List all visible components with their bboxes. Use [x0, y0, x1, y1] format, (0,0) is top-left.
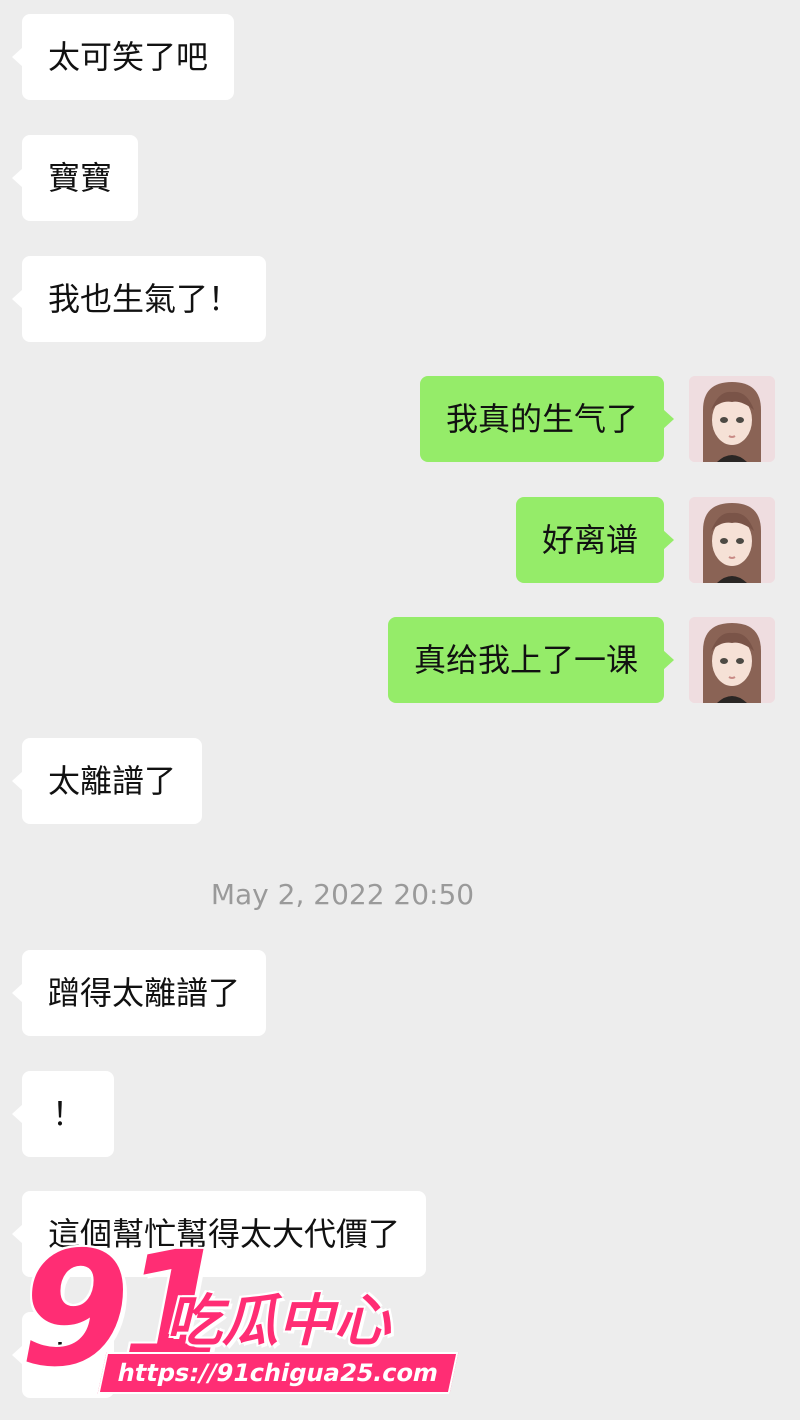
message-row: 蹭得太離譜了 [0, 950, 800, 1036]
incoming-message-bubble[interactable]: 我也生氣了！ [11, 256, 267, 342]
outgoing-message-bubble[interactable]: 真给我上了一课 [387, 617, 675, 703]
avatar[interactable] [689, 497, 775, 583]
message-row: 寶寶 [0, 135, 800, 221]
message-row: 我也生氣了！ [0, 256, 800, 342]
watermark: 91 吃瓜中心 https://91chigua25.com [18, 1230, 459, 1400]
message-row: 太離譜了 [0, 738, 800, 824]
incoming-message-bubble[interactable]: ！ [11, 1071, 115, 1157]
message-row: 真给我上了一课 [0, 617, 800, 703]
message-row: 我真的生气了 [0, 376, 800, 462]
avatar[interactable] [689, 617, 775, 703]
message-timestamp: May 2, 2022 20:50 [210, 878, 475, 911]
incoming-message-bubble[interactable]: 太離譜了 [11, 738, 203, 824]
watermark-brand-name: 吃瓜中心 [166, 1289, 390, 1354]
outgoing-message-bubble[interactable]: 好离谱 [515, 497, 675, 583]
message-row: 太可笑了吧 [0, 14, 800, 100]
message-row: 好离谱 [0, 497, 800, 583]
incoming-message-bubble[interactable]: 太可笑了吧 [11, 14, 235, 100]
incoming-message-bubble[interactable]: 寶寶 [11, 135, 139, 221]
outgoing-message-bubble[interactable]: 我真的生气了 [419, 376, 675, 462]
avatar[interactable] [689, 376, 775, 462]
message-row: ！ [0, 1071, 800, 1157]
incoming-message-bubble[interactable]: 蹭得太離譜了 [11, 950, 267, 1036]
watermark-url: https://91chigua25.com [97, 1352, 459, 1394]
